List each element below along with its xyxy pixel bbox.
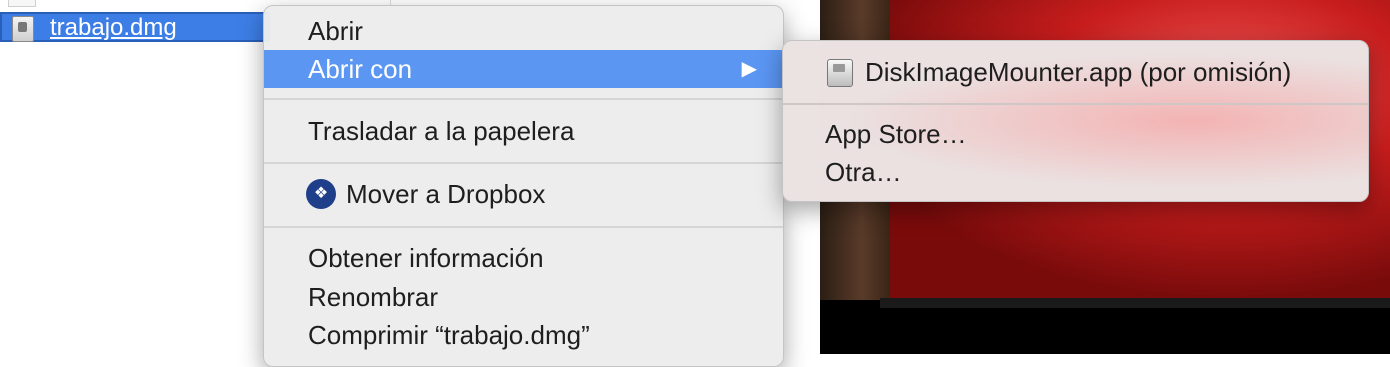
submenu-item-label: App Store… — [825, 119, 967, 149]
dropbox-icon: ❖ — [306, 179, 336, 209]
menu-item-label: Mover a Dropbox — [346, 179, 546, 209]
list-item-previous[interactable] — [0, 0, 270, 7]
menu-item-mover-dropbox[interactable]: ❖ Mover a Dropbox — [264, 175, 783, 213]
menu-item-label: Comprimir “trabajo.dmg” — [308, 320, 590, 350]
submenu-separator — [783, 103, 1368, 105]
menu-item-abrir[interactable]: Abrir — [264, 12, 783, 50]
submenu-item-diskimagemounter[interactable]: DiskImageMounter.app (por omisión) — [783, 53, 1368, 91]
menu-item-trasladar-papelera[interactable]: Trasladar a la papelera — [264, 112, 783, 150]
menu-item-label: Trasladar a la papelera — [308, 116, 575, 146]
menu-item-label: Abrir — [308, 16, 363, 46]
submenu-item-otra[interactable]: Otra… — [783, 153, 1368, 191]
context-menu: Abrir Abrir con ▶ Trasladar a la papeler… — [263, 5, 784, 367]
menu-item-label: Renombrar — [308, 282, 439, 312]
menu-item-label: Abrir con — [308, 54, 413, 84]
menu-separator — [264, 98, 783, 100]
file-icon — [8, 0, 36, 7]
file-name: trabajo.dmg — [50, 14, 177, 41]
submenu-arrow-icon: ▶ — [741, 58, 757, 80]
submenu-item-label: DiskImageMounter.app (por omisión) — [865, 57, 1292, 87]
menu-item-comprimir[interactable]: Comprimir “trabajo.dmg” — [264, 316, 783, 354]
menu-item-label: Obtener información — [308, 243, 544, 273]
disk-image-mounter-icon — [827, 59, 853, 87]
menu-item-renombrar[interactable]: Renombrar — [264, 278, 783, 316]
painting-frame — [880, 298, 1390, 308]
open-with-submenu: DiskImageMounter.app (por omisión) App S… — [782, 40, 1369, 202]
menu-separator — [264, 226, 783, 228]
menu-item-obtener-informacion[interactable]: Obtener información — [264, 239, 783, 277]
submenu-item-label: Otra… — [825, 157, 902, 187]
list-item-selected[interactable]: trabajo.dmg — [0, 12, 270, 42]
submenu-item-app-store[interactable]: App Store… — [783, 115, 1368, 153]
menu-separator — [264, 162, 783, 164]
dmg-file-icon — [12, 16, 34, 42]
menu-item-abrir-con[interactable]: Abrir con ▶ — [264, 50, 783, 88]
